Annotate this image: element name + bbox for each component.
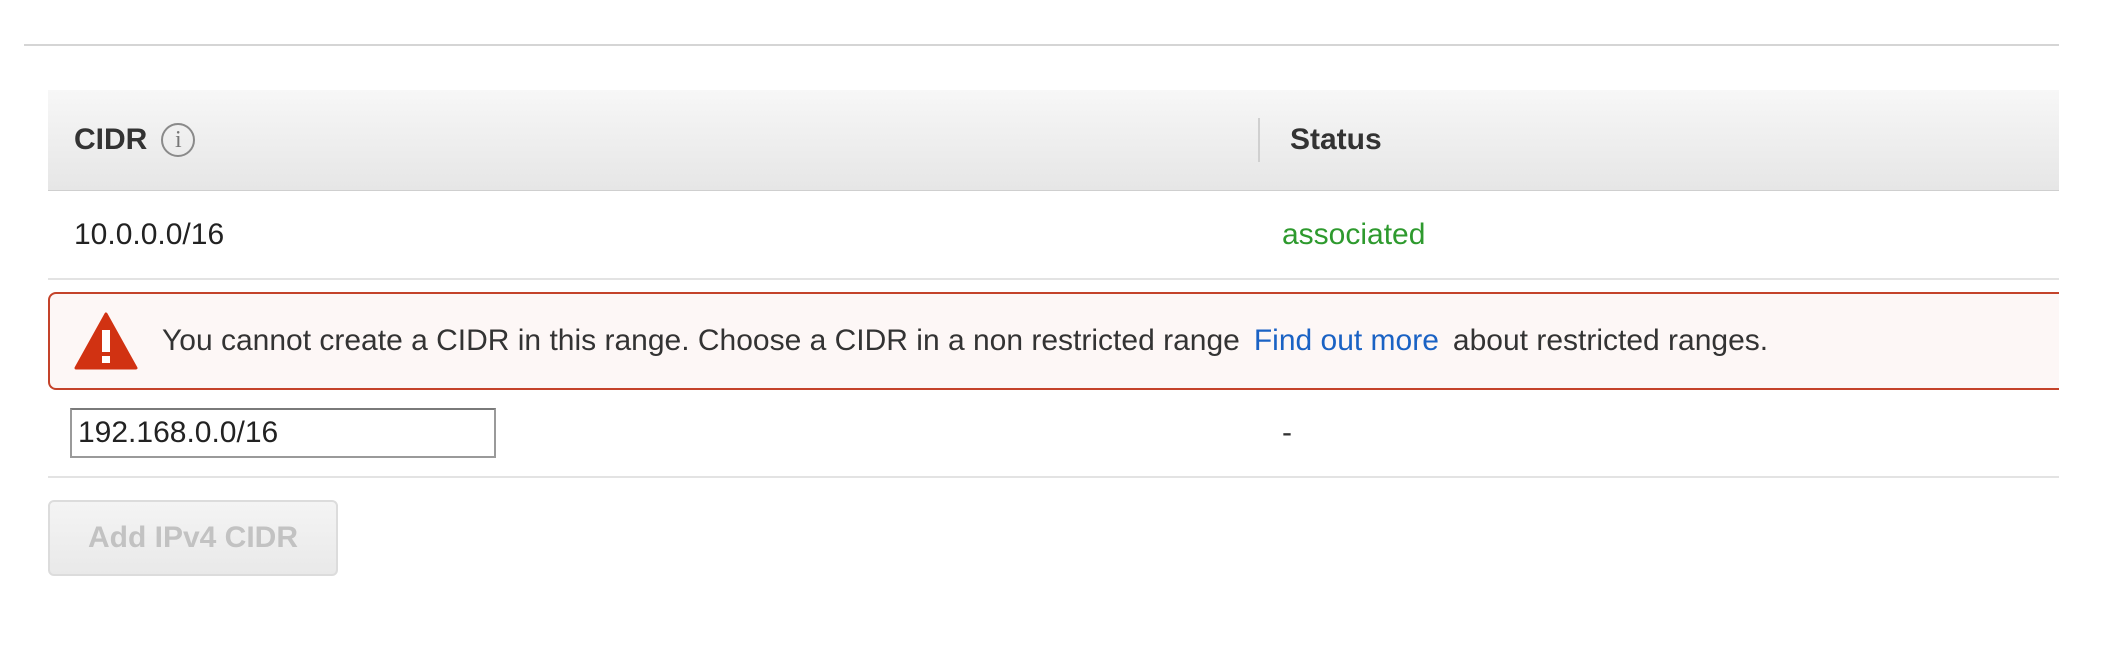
- error-message-suffix: about restricted ranges.: [1452, 324, 1769, 357]
- column-header-cidr-label: CIDR: [74, 123, 148, 156]
- table-header: CIDR i Status: [48, 90, 2059, 191]
- warning-triangle-icon: [74, 312, 138, 370]
- cidr-input[interactable]: [70, 408, 496, 458]
- add-ipv4-cidr-button[interactable]: Add IPv4 CIDR: [48, 500, 338, 576]
- table-row-new: -: [48, 390, 2059, 478]
- column-header-status: Status: [1290, 123, 1382, 156]
- error-message: You cannot create a CIDR in this range. …: [162, 324, 1240, 357]
- section-divider: [24, 44, 2059, 46]
- find-out-more-link[interactable]: Find out more: [1254, 324, 1439, 358]
- status-badge: associated: [1282, 217, 1426, 251]
- column-separator: [1258, 118, 1260, 162]
- info-icon[interactable]: i: [161, 123, 196, 157]
- error-alert: You cannot create a CIDR in this range. …: [48, 292, 2059, 390]
- new-row-status: -: [1282, 416, 1292, 449]
- cidr-table: CIDR i Status 10.0.0.0/16 associated: [48, 90, 2059, 280]
- column-header-cidr: CIDR i: [74, 90, 196, 190]
- table-row: 10.0.0.0/16 associated: [48, 191, 2059, 280]
- cidr-value: 10.0.0.0/16: [74, 217, 225, 251]
